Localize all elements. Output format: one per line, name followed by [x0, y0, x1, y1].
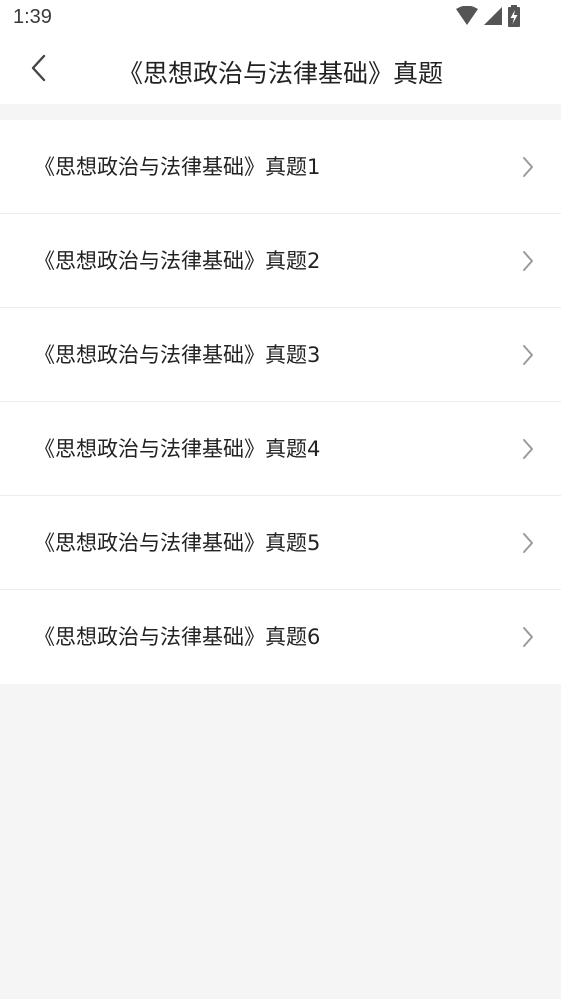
list-item[interactable]: 《思想政治与法律基础》真题2	[0, 214, 561, 308]
list-item-label: 《思想政治与法律基础》真题5	[34, 531, 321, 555]
wifi-icon	[455, 5, 479, 30]
list-item[interactable]: 《思想政治与法律基础》真题5	[0, 496, 561, 590]
list-item-label: 《思想政治与法律基础》真题1	[34, 155, 321, 179]
status-bar: 1:39	[0, 0, 561, 38]
cell-signal-icon	[483, 6, 503, 30]
list-item[interactable]: 《思想政治与法律基础》真题3	[0, 308, 561, 402]
status-time: 1:39	[13, 6, 52, 28]
exam-list: 《思想政治与法律基础》真题1 《思想政治与法律基础》真题2 《思想政治与法律基础…	[0, 120, 561, 684]
chevron-right-icon	[523, 533, 533, 553]
chevron-right-icon	[523, 251, 533, 271]
list-item[interactable]: 《思想政治与法律基础》真题6	[0, 590, 561, 684]
list-item[interactable]: 《思想政治与法律基础》真题1	[0, 120, 561, 214]
list-item-label: 《思想政治与法律基础》真题6	[34, 625, 321, 649]
page-title: 《思想政治与法律基础》真题	[117, 59, 443, 88]
list-item-label: 《思想政治与法律基础》真题4	[34, 437, 321, 461]
status-icons	[455, 5, 521, 31]
app-header: 《思想政治与法律基础》真题	[0, 38, 561, 104]
list-item[interactable]: 《思想政治与法律基础》真题4	[0, 402, 561, 496]
chevron-right-icon	[523, 157, 533, 177]
chevron-right-icon	[523, 439, 533, 459]
list-item-label: 《思想政治与法律基础》真题3	[34, 343, 321, 367]
chevron-right-icon	[523, 627, 533, 647]
list-item-label: 《思想政治与法律基础》真题2	[34, 249, 321, 273]
battery-charging-icon	[507, 5, 521, 31]
chevron-right-icon	[523, 345, 533, 365]
